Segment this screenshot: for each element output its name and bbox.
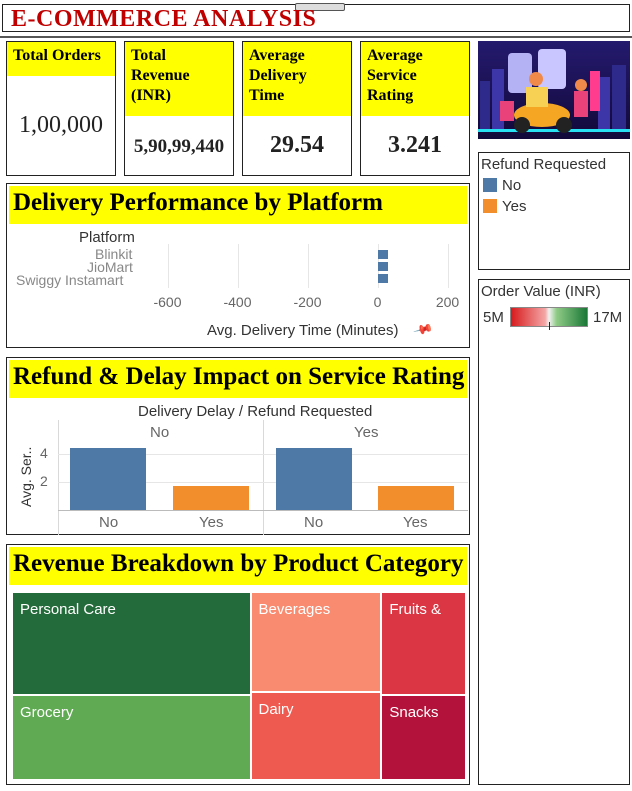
treemap-label: Beverages [258,601,331,618]
panel-title: Delivery Performance by Platform [9,186,467,224]
bar[interactable] [377,274,388,283]
treemap-cell[interactable]: Beverages [250,592,382,692]
treemap-cell[interactable]: Grocery [12,695,251,780]
tick-label: 200 [435,294,460,310]
kpi-avg-delivery-time: Average Delivery Time 29.54 [242,41,352,176]
treemap-cell[interactable]: Personal Care [12,592,251,696]
legend-order-value: Order Value (INR) 5M 17M [478,279,630,785]
legend-min-label: 5M [483,309,504,326]
pane-divider [58,420,59,535]
tick-label: -400 [223,294,252,310]
kpi-total-orders: Total Orders 1,00,000 [6,41,116,176]
kpi-total-revenue: Total Revenue (INR) 5,90,99,440 [124,41,234,176]
legend-label[interactable]: Yes [502,198,526,215]
bar[interactable] [377,250,388,259]
y-axis-title: Avg. Ser.. [18,446,34,507]
kpi-value: 5,90,99,440 [133,136,225,157]
tick-label: 2 [40,473,48,489]
row-header: Platform [79,229,135,246]
kpi-value: 3.241 [388,132,442,158]
bar[interactable] [378,486,454,510]
revenue-treemap: Personal Care Grocery Beverages Dairy Fruits… [12,592,466,780]
panel-title: Revenue Breakdown by Product Category [9,547,467,585]
treemap-label: Dairy [258,700,294,718]
kpi-label: Average Delivery Time [243,42,351,116]
sub-label: No [99,514,119,531]
legend-label[interactable]: No [502,177,521,194]
bar[interactable] [377,262,388,271]
kpi-value: 29.54 [270,132,324,158]
panel-title: Refund & Delay Impact on Service Rating [9,360,467,398]
group-label-yes: Yes [354,424,379,441]
kpi-avg-service-rating: Average Service Rating 3.241 [360,41,470,176]
legend-swatch-yes [483,199,497,213]
tick-label: 0 [373,294,382,310]
legend-title: Order Value (INR) [481,283,601,300]
pane-divider [263,420,264,535]
bar[interactable] [70,448,146,510]
kpi-label: Total Orders [7,42,115,76]
delivery-bar-plot [150,244,465,288]
y-axis-ticks: 24 [36,440,56,510]
bar[interactable] [276,448,352,510]
ramp-marker [549,322,550,330]
row-label-swiggy-instamart: Swiggy Instamart [16,272,124,288]
kpi-value: 1,00,000 [19,112,103,138]
gridline [237,244,239,288]
refund-bar-plot [58,420,468,535]
treemap-cell[interactable]: Snacks [381,694,466,780]
treemap-label: Snacks [389,703,439,721]
shopping-banner-image [478,41,630,139]
treemap-cell[interactable]: Fruits & [381,592,466,695]
treemap-label: Personal Care [20,601,116,618]
color-ramp [510,307,588,330]
sub-label: No [304,514,324,531]
bar[interactable] [173,486,249,510]
treemap-label: Grocery [20,704,74,722]
treemap-cell[interactable]: Dairy [250,691,382,780]
legend-swatch-no [483,178,497,192]
x-axis-title: Avg. Delivery Time (Minutes) [207,322,399,339]
kpi-label: Total Revenue (INR) [125,42,233,116]
divider [0,36,632,38]
page-title: E-COMMERCE ANALYSIS [11,6,317,32]
sub-label: Yes [403,514,428,531]
legend-title: Refund Requested [481,156,607,173]
kpi-label: Average Service Rating [361,42,469,116]
sub-label: Yes [199,514,224,531]
gridline [447,244,449,288]
title-bar: E-COMMERCE ANALYSIS [2,3,630,32]
group-label-no: No [150,424,170,441]
tick-label: -600 [153,294,182,310]
tick-label: 4 [40,445,48,461]
column-header: Delivery Delay / Refund Requested [138,403,373,420]
treemap-label: Fruits & [389,601,442,618]
axis-baseline [58,510,468,511]
scooter-delivery-illustration [478,41,630,139]
gridline [307,244,309,288]
legend-max-label: 17M [593,309,623,326]
gridline [167,244,169,288]
legend-refund-requested: Refund Requested No Yes [478,152,630,270]
tick-label: -200 [293,294,322,310]
x-axis-ticks: -600 -400 -200 0 200 [150,294,465,314]
